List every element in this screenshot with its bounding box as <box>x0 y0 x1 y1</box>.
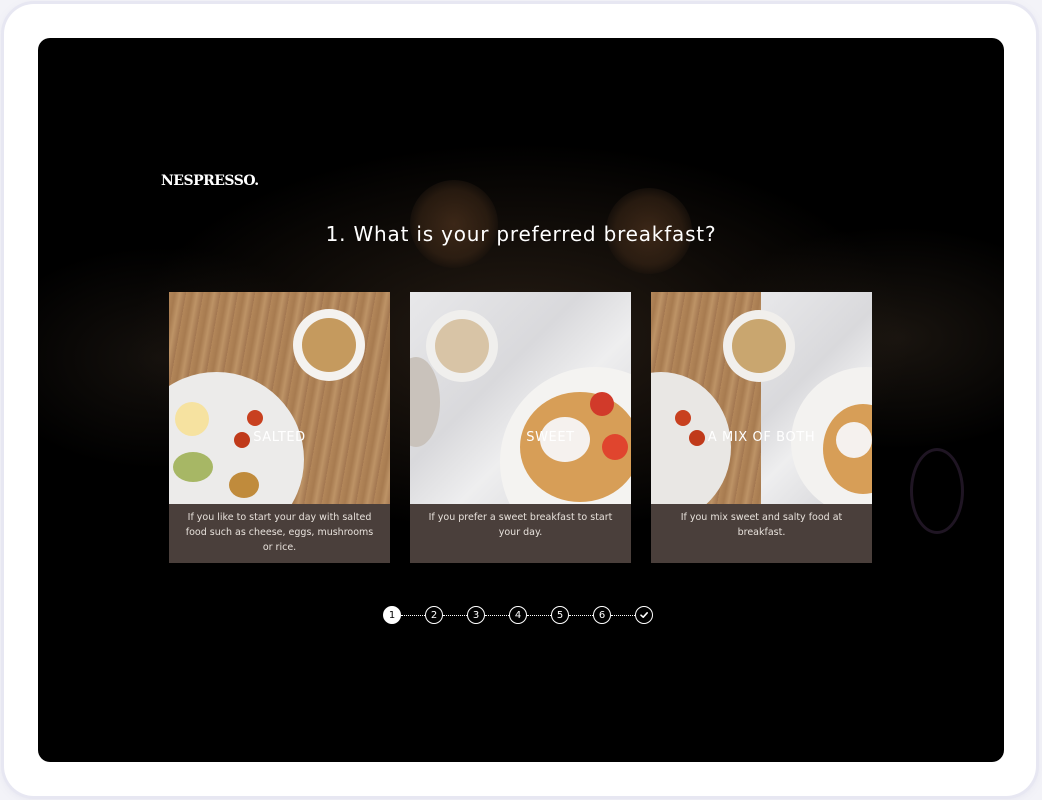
background-capsule-image <box>910 448 964 534</box>
salted-breakfast-image: SALTED <box>169 292 390 504</box>
coffee-shape <box>435 319 489 373</box>
app-screen: NESPRESSO. 1. What is your preferred bre… <box>38 38 1004 762</box>
sweet-breakfast-image: SWEET <box>410 292 631 504</box>
coffee-shape <box>302 318 356 372</box>
option-card-mix[interactable]: A MIX OF BOTH If you mix sweet and salty… <box>651 292 872 563</box>
option-card-sweet[interactable]: SWEET If you prefer a sweet breakfast to… <box>410 292 631 563</box>
strawberry-shape <box>590 392 614 416</box>
step-3[interactable]: 3 <box>467 606 485 624</box>
mix-breakfast-image: A MIX OF BOTH <box>651 292 872 504</box>
question-title: 1. What is your preferred breakfast? <box>325 222 717 246</box>
avocado-shape <box>173 452 213 482</box>
step-connector <box>527 614 551 616</box>
step-4[interactable]: 4 <box>509 606 527 624</box>
bread-shape <box>229 472 259 498</box>
step-final[interactable] <box>635 606 653 624</box>
option-description: If you mix sweet and salty food at break… <box>651 504 872 563</box>
step-connector <box>401 614 425 616</box>
option-title: SALTED <box>253 430 306 445</box>
step-5[interactable]: 5 <box>551 606 569 624</box>
step-connector <box>569 614 593 616</box>
progress-stepper: 1 2 3 4 5 6 <box>383 604 653 626</box>
option-description: If you prefer a sweet breakfast to start… <box>410 504 631 563</box>
step-connector <box>611 614 635 616</box>
nespresso-logo: NESPRESSO. <box>161 173 259 189</box>
option-card-salted[interactable]: SALTED If you like to start your day wit… <box>169 292 390 563</box>
step-6[interactable]: 6 <box>593 606 611 624</box>
check-icon <box>640 612 648 618</box>
step-connector <box>485 614 509 616</box>
option-title: SWEET <box>526 430 575 445</box>
step-1[interactable]: 1 <box>383 606 401 624</box>
option-description: If you like to start your day with salte… <box>169 504 390 563</box>
coffee-shape <box>732 319 786 373</box>
tomato-shape <box>247 410 263 426</box>
tomato-shape <box>675 410 691 426</box>
step-connector <box>443 614 467 616</box>
option-title: A MIX OF BOTH <box>707 430 816 445</box>
step-2[interactable]: 2 <box>425 606 443 624</box>
